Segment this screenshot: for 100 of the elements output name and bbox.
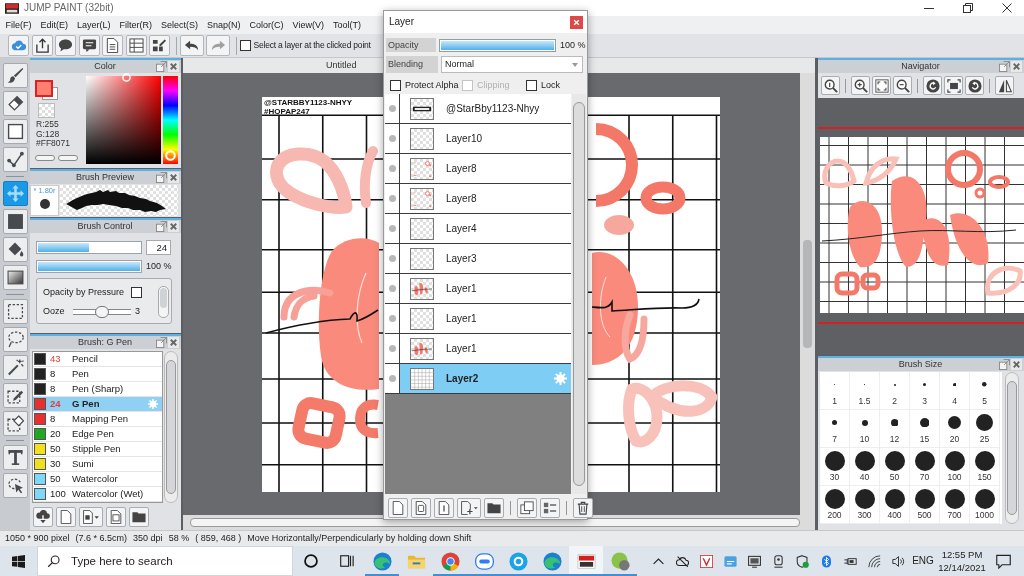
brush-size-option[interactable]: 7 xyxy=(820,410,850,448)
search-field[interactable]: Type here to search xyxy=(37,546,293,576)
app-icon[interactable] xyxy=(610,551,630,571)
windows-icon[interactable] xyxy=(12,554,25,568)
bluetooth-icon[interactable] xyxy=(819,554,833,568)
visibility-toggle[interactable] xyxy=(385,94,400,123)
brush-size-option[interactable]: 30 xyxy=(820,448,850,486)
menu-item[interactable]: Snap(N) xyxy=(202,19,246,31)
layer-row[interactable]: Layer1 xyxy=(400,334,571,363)
visibility-toggle[interactable] xyxy=(385,364,400,393)
layer-row[interactable]: Layer4 xyxy=(400,214,571,243)
brush-size-option[interactable]: 15 xyxy=(910,410,940,448)
brush-size-option[interactable]: 70 xyxy=(910,448,940,486)
brush-size-option[interactable]: 100 xyxy=(940,448,970,486)
brush-size-option[interactable]: 5 xyxy=(970,372,1000,410)
menu-item[interactable]: Layer(L) xyxy=(72,19,116,31)
visibility-toggle[interactable] xyxy=(385,214,400,243)
menu-item[interactable]: Tool(T) xyxy=(328,19,366,31)
brush-item[interactable]: 43 Pencil xyxy=(33,352,162,367)
brush-item[interactable]: 24 G Pen xyxy=(33,397,162,412)
brush-size-option[interactable]: 200 xyxy=(820,486,850,524)
menu-item[interactable]: Edit(E) xyxy=(36,19,73,31)
cloud-off-icon[interactable] xyxy=(675,554,689,568)
layer-row[interactable]: Layer2 xyxy=(400,364,571,393)
undo-icon[interactable] xyxy=(184,38,199,53)
brush-size-option[interactable]: 1000 xyxy=(970,486,1000,524)
checkbox[interactable] xyxy=(390,79,401,91)
clock-time[interactable]: 12:55 PM xyxy=(941,548,983,561)
popout-icon[interactable] xyxy=(156,221,167,232)
checkbox-label[interactable]: Protect Alpha xyxy=(405,79,459,91)
layer-row[interactable]: Layer3 xyxy=(400,244,571,273)
brush-size-option[interactable]: 4 xyxy=(940,372,970,410)
menu-item[interactable]: File(F) xyxy=(1,19,36,31)
brush-size-option[interactable]: 500 xyxy=(910,486,940,524)
transparent-color-swatch[interactable] xyxy=(38,103,55,118)
ring-icon[interactable] xyxy=(122,73,131,82)
brush-item[interactable]: 8 Pen xyxy=(33,367,162,382)
scrollbar-thumb[interactable] xyxy=(190,518,800,527)
speaker-icon[interactable] xyxy=(891,554,905,568)
caret-icon[interactable] xyxy=(572,62,578,67)
brush-size-option[interactable]: 50 xyxy=(880,448,910,486)
circle-icon[interactable] xyxy=(304,554,318,568)
visibility-toggle[interactable] xyxy=(385,244,400,273)
swirl-icon[interactable] xyxy=(372,551,392,571)
taskbar-app[interactable] xyxy=(569,546,603,576)
menu-item[interactable]: Color(C) xyxy=(245,19,289,31)
visibility-toggle[interactable] xyxy=(385,334,400,363)
layer-row[interactable]: Layer8 xyxy=(400,154,571,183)
brush-item[interactable]: 8 Mapping Pen xyxy=(33,412,162,427)
brush-size-option[interactable]: 400 xyxy=(880,486,910,524)
notification-icon[interactable] xyxy=(995,553,1011,569)
scrollbar-thumb[interactable] xyxy=(160,288,167,308)
layer-row[interactable]: Layer1 xyxy=(400,274,571,303)
visibility-toggle[interactable] xyxy=(385,304,400,333)
visibility-toggle[interactable] xyxy=(385,274,400,303)
slider-thumb[interactable] xyxy=(95,305,109,318)
restore-icon[interactable] xyxy=(963,3,973,13)
visibility-toggle[interactable] xyxy=(385,124,400,153)
brush-item[interactable]: 30 Sumi xyxy=(33,457,162,472)
brush-size-option[interactable]: 12 xyxy=(880,410,910,448)
chat-app-icon[interactable] xyxy=(474,551,494,571)
layer-row[interactable]: Layer10 xyxy=(400,124,571,153)
brush-size-option[interactable]: 1 xyxy=(820,372,850,410)
monitor-icon[interactable] xyxy=(747,554,761,568)
blend-mode-dropdown[interactable]: Normal xyxy=(441,56,583,73)
brush-item[interactable]: 20 Edge Pen xyxy=(33,427,162,442)
scrollbar-thumb[interactable] xyxy=(803,240,812,348)
brush-item[interactable]: 100 Watercolor (Wet) xyxy=(33,487,162,502)
layer-row[interactable]: Layer8 xyxy=(400,184,571,213)
menu-item[interactable]: View(V) xyxy=(288,19,329,31)
brush-item[interactable]: 50 Stipple Pen xyxy=(33,442,162,457)
scrollbar-thumb[interactable] xyxy=(573,102,585,486)
brush-size-option[interactable]: 1.5 xyxy=(850,372,880,410)
brush-size-field[interactable]: 24 xyxy=(146,240,171,255)
color-swatch-icon[interactable] xyxy=(35,80,58,100)
menu-item[interactable]: Filter(R) xyxy=(115,19,157,31)
checkbox-label[interactable]: Lock xyxy=(541,79,560,91)
chevron-tile-icon[interactable] xyxy=(699,554,713,568)
brush-size-slider[interactable] xyxy=(36,241,142,254)
brush-size-option[interactable]: 700 xyxy=(940,486,970,524)
checkbox[interactable] xyxy=(526,79,537,91)
swirl-icon[interactable] xyxy=(542,551,562,571)
task-view-icon[interactable] xyxy=(340,554,354,568)
color-field[interactable] xyxy=(86,76,161,164)
scrollbar-thumb[interactable] xyxy=(166,360,176,494)
color-option-button[interactable] xyxy=(35,154,55,161)
popout-icon[interactable] xyxy=(156,61,167,72)
checkbox[interactable] xyxy=(131,287,142,298)
camera-icon[interactable] xyxy=(771,554,785,568)
checkbox-label[interactable]: Select a layer at the clicked point xyxy=(253,40,371,51)
app-icon[interactable] xyxy=(723,554,737,568)
visibility-toggle[interactable] xyxy=(385,184,400,213)
scrollbar-thumb[interactable] xyxy=(1007,381,1017,515)
popout-icon[interactable] xyxy=(999,61,1010,72)
brush-size-option[interactable]: 3 xyxy=(910,372,940,410)
popout-icon[interactable] xyxy=(999,359,1010,370)
disc-logo-icon[interactable] xyxy=(508,551,528,571)
close-icon[interactable] xyxy=(1002,3,1012,13)
color-option-button[interactable] xyxy=(58,154,78,161)
circle-logo-icon[interactable] xyxy=(440,551,460,571)
